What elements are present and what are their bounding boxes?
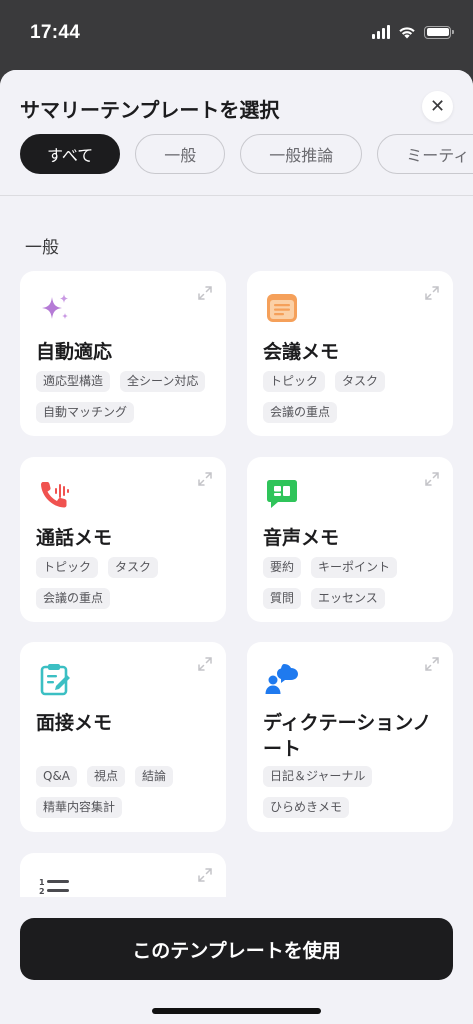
filter-chips: すべて 一般 一般推論 ミーティ [20, 134, 473, 174]
sheet-header: サマリーテンプレートを選択 ✕ すべて 一般 一般推論 ミーティ [0, 70, 473, 196]
expand-icon[interactable] [198, 868, 212, 882]
template-name: ディクテーションノート [263, 712, 432, 760]
filter-chip-general[interactable]: 一般 [135, 134, 226, 174]
notes-icon [267, 294, 297, 322]
tag: ひらめきメモ [263, 797, 350, 818]
status-time: 17:44 [30, 22, 81, 43]
template-card-interview-notes[interactable]: 面接メモ Q&A 視点 結論 精華内容集計 [20, 642, 226, 832]
filter-chip-general-reasoning[interactable]: 一般推論 [240, 134, 363, 174]
template-tags: 日記＆ジャーナル ひらめきメモ [263, 766, 443, 818]
expand-icon[interactable] [425, 472, 439, 486]
cellular-signal-icon [372, 25, 390, 39]
status-bar: 17:44 [0, 0, 473, 70]
tag: 結論 [135, 766, 174, 787]
template-card-meeting-notes[interactable]: 会議メモ トピック タスク 会議の重点 [247, 271, 453, 436]
section-title: 一般 [25, 238, 59, 258]
tag: 会議の重点 [36, 588, 111, 609]
svg-text:2: 2 [39, 887, 45, 896]
bottom-action-area: このテンプレートを使用 [0, 897, 473, 1024]
sparkle-icon [42, 294, 68, 319]
template-tags: 適応型構造 全シーン対応 自動マッチング [36, 371, 216, 423]
numbered-list-icon: 1 2 3 [39, 878, 69, 897]
template-card-dictation-note[interactable]: ディクテーションノート 日記＆ジャーナル ひらめきメモ [247, 642, 453, 832]
chat-bubble-icon [267, 480, 297, 508]
expand-icon[interactable] [198, 657, 212, 671]
tag: キーポイント [311, 557, 398, 578]
template-name: 会議メモ [263, 341, 340, 363]
template-name: 通話メモ [36, 527, 113, 549]
tag: タスク [335, 371, 386, 392]
filter-chip-all[interactable]: すべて [20, 134, 121, 174]
expand-icon[interactable] [198, 286, 212, 300]
tag: 質問 [263, 588, 302, 609]
template-name: 音声メモ [263, 527, 340, 549]
expand-icon[interactable] [425, 657, 439, 671]
tag: 自動マッチング [36, 402, 135, 423]
tag: 会議の重点 [263, 402, 338, 423]
template-card-auto-adapt[interactable]: 自動適応 適応型構造 全シーン対応 自動マッチング [20, 271, 226, 436]
filter-chip-meeting[interactable]: ミーティ [377, 134, 473, 174]
tag: 全シーン対応 [120, 371, 206, 392]
sheet-title: サマリーテンプレートを選択 [20, 98, 280, 122]
template-tags: トピック タスク 会議の重点 [36, 557, 216, 609]
template-name: 面接メモ [36, 712, 113, 734]
tag: 視点 [87, 766, 126, 787]
template-tags: トピック タスク 会議の重点 [263, 371, 443, 423]
template-card-call-notes[interactable]: 通話メモ トピック タスク 会議の重点 [20, 457, 226, 622]
clipboard-edit-icon [40, 664, 70, 696]
tag: 日記＆ジャーナル [263, 766, 373, 787]
dictation-icon [265, 664, 298, 694]
template-tags: 要約 キーポイント 質問 エッセンス [263, 557, 443, 609]
tag: タスク [108, 557, 159, 578]
tag: トピック [36, 557, 99, 578]
template-sheet: サマリーテンプレートを選択 ✕ すべて 一般 一般推論 ミーティ 一般 自動適応… [0, 70, 473, 1024]
tag: 適応型構造 [36, 371, 111, 392]
phone-call-icon [41, 482, 69, 508]
close-icon: ✕ [429, 96, 446, 117]
home-indicator[interactable] [152, 1008, 321, 1014]
expand-icon[interactable] [198, 472, 212, 486]
tag: 要約 [263, 557, 302, 578]
svg-text:1: 1 [39, 878, 45, 887]
wifi-icon [399, 27, 415, 39]
battery-icon [424, 25, 454, 39]
template-card-list[interactable]: 1 2 3 [20, 853, 226, 897]
template-list[interactable]: 一般 自動適応 適応型構造 全シーン対応 自動マッチング 会議メモ トピック タ… [0, 197, 473, 897]
use-template-button[interactable]: このテンプレートを使用 [20, 918, 453, 980]
tag: Q&A [36, 766, 78, 787]
template-card-voice-memo[interactable]: 音声メモ 要約 キーポイント 質問 エッセンス [247, 457, 453, 622]
expand-icon[interactable] [425, 286, 439, 300]
template-name: 自動適応 [36, 341, 113, 363]
tag: トピック [263, 371, 326, 392]
tag: エッセンス [311, 588, 385, 609]
close-button[interactable]: ✕ [422, 91, 453, 122]
template-tags: Q&A 視点 結論 精華内容集計 [36, 766, 216, 818]
status-icons [372, 25, 454, 39]
tag: 精華内容集計 [36, 797, 123, 818]
